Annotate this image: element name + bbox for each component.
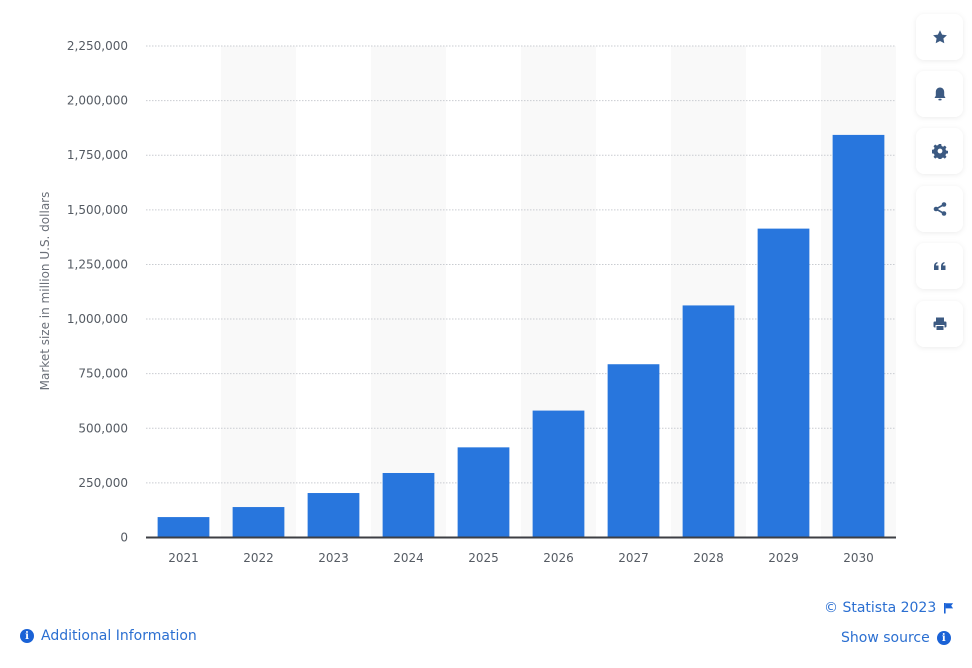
x-tick-label: 2021 <box>168 551 199 565</box>
x-tick-label: 2027 <box>618 551 649 565</box>
category-band <box>221 46 296 538</box>
quote-icon <box>933 262 945 270</box>
x-tick-label: 2030 <box>843 551 874 565</box>
x-tick-labels: 2021 2022 2023 2024 2025 2026 2027 2028 2029 2030 <box>168 551 874 565</box>
notification-button[interactable] <box>916 71 963 117</box>
gear-icon <box>931 144 948 159</box>
bar <box>457 447 510 538</box>
bar <box>232 507 285 538</box>
y-tick-label: 750,000 <box>78 367 128 381</box>
y-tick-label: 2,000,000 <box>67 94 128 108</box>
x-tick-label: 2022 <box>243 551 274 565</box>
x-tick-label: 2023 <box>318 551 349 565</box>
y-tick-label: 500,000 <box>78 421 128 435</box>
bell-icon <box>934 87 945 101</box>
bar-chart: 0 250,000 500,000 750,000 1,000,000 1,250,000… <box>38 39 896 565</box>
bar <box>757 228 810 538</box>
bar <box>607 364 660 538</box>
settings-button[interactable] <box>916 128 963 174</box>
show-source-link[interactable]: Show source i <box>841 630 951 646</box>
bar <box>382 472 435 538</box>
additional-information-label: Additional Information <box>41 628 197 644</box>
bar <box>682 305 735 538</box>
additional-information-link[interactable]: i Additional Information <box>20 628 197 644</box>
y-tick-label: 1,250,000 <box>67 257 128 271</box>
y-tick-label: 1,500,000 <box>67 203 128 217</box>
bar <box>307 493 360 538</box>
star-icon <box>932 30 947 44</box>
bar <box>832 134 885 538</box>
favorite-button[interactable] <box>916 14 963 60</box>
share-icon <box>933 202 946 216</box>
y-tick-label: 250,000 <box>78 476 128 490</box>
y-tick-label: 1,000,000 <box>67 312 128 326</box>
x-tick-label: 2025 <box>468 551 499 565</box>
flag-icon <box>944 603 954 614</box>
x-tick-label: 2028 <box>693 551 724 565</box>
x-tick-label: 2026 <box>543 551 574 565</box>
info-icon: i <box>936 631 951 645</box>
y-tick-labels: 0 250,000 500,000 750,000 1,000,000 1,250,000… <box>67 39 128 545</box>
y-tick-label: 1,750,000 <box>67 148 128 162</box>
bar <box>532 410 585 538</box>
show-source-label: Show source <box>841 630 930 646</box>
y-axis-title: Market size in million U.S. dollars <box>38 192 52 391</box>
x-tick-label: 2024 <box>393 551 424 565</box>
category-band <box>371 46 446 538</box>
bar <box>157 517 210 538</box>
print-icon <box>933 317 946 331</box>
copyright-label: © Statista 2023 <box>824 600 937 616</box>
x-tick-label: 2029 <box>768 551 799 565</box>
y-tick-label: 2,250,000 <box>67 39 128 53</box>
share-button[interactable] <box>916 186 963 232</box>
cite-button[interactable] <box>916 243 963 289</box>
y-tick-label: 0 <box>120 531 128 545</box>
print-button[interactable] <box>916 301 963 347</box>
statista-copyright-link[interactable]: © Statista 2023 <box>824 600 954 616</box>
info-icon: i <box>20 629 34 643</box>
